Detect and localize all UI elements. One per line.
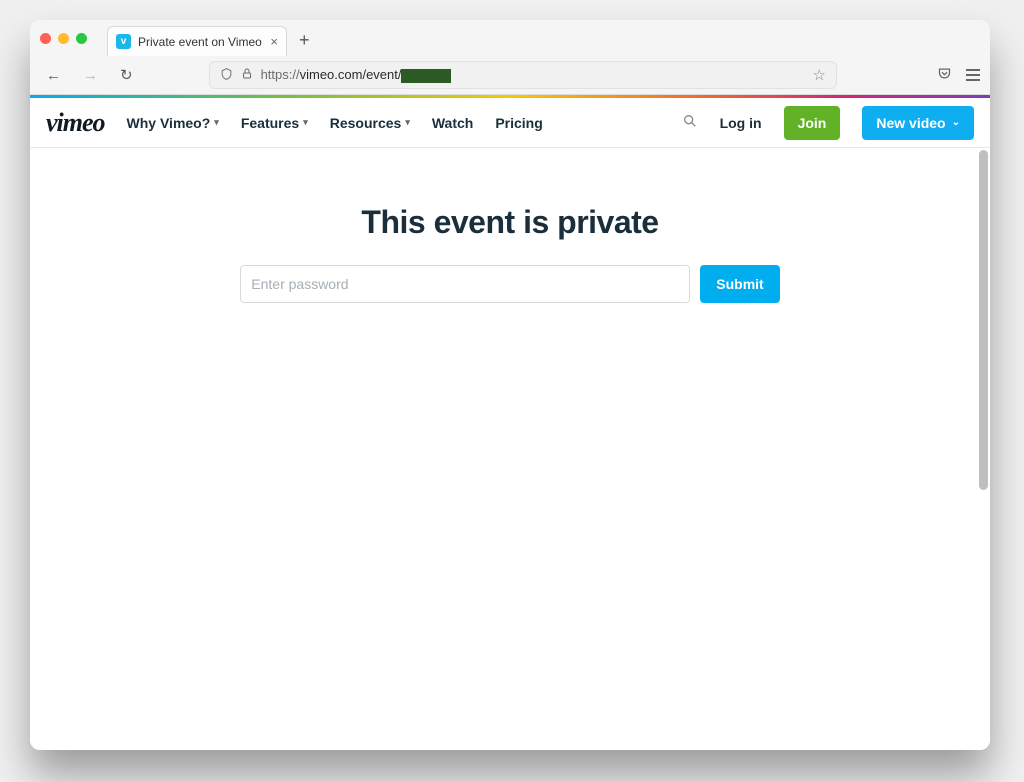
browser-chrome: v Private event on Vimeo × + ← → ↻ https… — [30, 20, 990, 95]
button-label: New video — [876, 115, 945, 131]
address-bar[interactable]: https://vimeo.com/event/ ☆ — [209, 61, 837, 89]
pocket-icon[interactable] — [937, 66, 952, 85]
new-tab-button[interactable]: + — [299, 31, 310, 49]
lock-icon — [241, 67, 253, 83]
bookmark-star-icon[interactable]: ☆ — [813, 66, 826, 84]
vimeo-favicon-icon: v — [116, 34, 131, 49]
browser-tab[interactable]: v Private event on Vimeo × — [107, 26, 287, 56]
reload-button[interactable]: ↻ — [114, 62, 139, 88]
vimeo-logo[interactable]: vimeo — [46, 108, 105, 138]
password-input[interactable] — [240, 265, 690, 303]
new-video-button[interactable]: New video ⌄ — [862, 106, 974, 140]
chevron-down-icon: ▾ — [405, 117, 410, 128]
button-label: Join — [798, 115, 827, 131]
page-content: This event is private Submit — [30, 148, 990, 750]
scrollbar-thumb[interactable] — [979, 150, 988, 490]
password-form: Submit — [30, 265, 990, 303]
tab-strip: v Private event on Vimeo × + — [30, 20, 990, 56]
nav-resources[interactable]: Resources ▾ — [330, 115, 410, 131]
submit-button[interactable]: Submit — [700, 265, 779, 303]
nav-label: Resources — [330, 115, 402, 131]
nav-label: Why Vimeo? — [127, 115, 211, 131]
nav-label: Pricing — [495, 115, 542, 131]
window-controls — [40, 33, 87, 44]
chevron-down-icon: ▾ — [303, 117, 308, 128]
nav-label: Watch — [432, 115, 473, 131]
browser-window: v Private event on Vimeo × + ← → ↻ https… — [30, 20, 990, 750]
redacted-segment — [401, 69, 451, 83]
nav-pricing[interactable]: Pricing — [495, 115, 542, 131]
toolbar-right — [937, 66, 980, 85]
close-window-icon[interactable] — [40, 33, 51, 44]
url-text: https://vimeo.com/event/ — [261, 67, 805, 83]
nav-label: Features — [241, 115, 299, 131]
nav-features[interactable]: Features ▾ — [241, 115, 308, 131]
scrollbar-track[interactable] — [979, 150, 988, 748]
page-title: This event is private — [30, 204, 990, 241]
minimize-window-icon[interactable] — [58, 33, 69, 44]
search-icon[interactable] — [682, 113, 698, 133]
url-prefix: https:// — [261, 67, 300, 82]
login-link[interactable]: Log in — [720, 115, 762, 131]
join-button[interactable]: Join — [784, 106, 841, 140]
browser-toolbar: ← → ↻ https://vimeo.com/event/ ☆ — [30, 56, 990, 94]
forward-button[interactable]: → — [77, 63, 104, 88]
url-host-path: vimeo.com/event/ — [300, 67, 402, 82]
tab-title: Private event on Vimeo — [138, 35, 263, 49]
close-tab-icon[interactable]: × — [270, 35, 278, 48]
site-header: vimeo Why Vimeo? ▾ Features ▾ Resources … — [30, 98, 990, 148]
private-event-panel: This event is private Submit — [30, 204, 990, 303]
nav-watch[interactable]: Watch — [432, 115, 473, 131]
shield-icon[interactable] — [220, 67, 233, 84]
nav-why-vimeo[interactable]: Why Vimeo? ▾ — [127, 115, 219, 131]
menu-icon[interactable] — [966, 69, 980, 81]
back-button[interactable]: ← — [40, 63, 67, 88]
chevron-down-icon: ⌄ — [952, 117, 960, 128]
maximize-window-icon[interactable] — [76, 33, 87, 44]
chevron-down-icon: ▾ — [214, 117, 219, 128]
